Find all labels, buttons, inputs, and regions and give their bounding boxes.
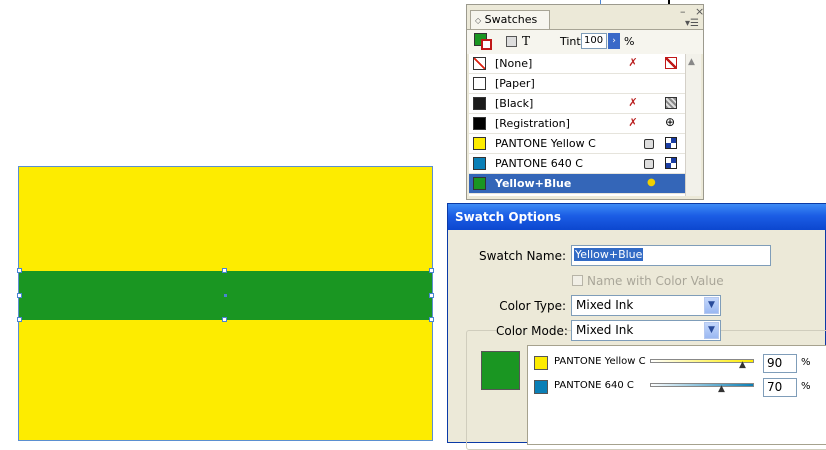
swatch-chip [473, 77, 486, 90]
selection-handle[interactable] [429, 293, 434, 298]
stroke-swatch-icon[interactable] [481, 39, 492, 50]
swatch-list: [None] ✗ [Paper] [Black] ✗ [Registration] ✗ ⊕ PA… [469, 54, 685, 196]
swatch-name: Yellow+Blue [495, 177, 572, 190]
tab-swatches[interactable]: ◇ Swatches × [470, 10, 550, 45]
color-mode-select[interactable]: Mixed Ink ▼ [571, 320, 721, 341]
swatch-chip [473, 157, 486, 170]
swatch-chip [473, 137, 486, 150]
swatch-name-value: Yellow+Blue [574, 248, 644, 261]
selection-handle[interactable] [429, 268, 434, 273]
panel-menu-icon[interactable]: ▾☰ [685, 18, 699, 29]
swatch-name-field[interactable]: Yellow+Blue [571, 245, 771, 266]
ink-percent-input[interactable]: 70 [763, 378, 797, 397]
swatch-name: [Black] [495, 97, 534, 110]
selection-handle[interactable] [17, 293, 22, 298]
chevron-down-icon[interactable]: ▼ [704, 297, 719, 314]
swatch-name: [None] [495, 57, 533, 70]
ink-slider-track[interactable] [650, 383, 754, 387]
ink-slider-thumb-icon[interactable]: ▲ [739, 361, 746, 370]
swatch-name: [Registration] [495, 117, 570, 130]
spot-color-icon [644, 139, 654, 149]
swatch-chip [473, 57, 486, 70]
selection-handle[interactable] [222, 317, 227, 322]
registration-target-icon: ⊕ [665, 115, 676, 129]
panel-window-controls[interactable]: – × [680, 5, 707, 18]
name-with-color-value-checkbox[interactable] [572, 275, 583, 286]
none-slash-icon [665, 57, 677, 69]
spot-color-icon [644, 159, 654, 169]
dialog-title: Swatch Options [448, 204, 826, 230]
swatch-name: [Paper] [495, 77, 535, 90]
center-point [224, 294, 227, 297]
swatch-scrollbar[interactable]: ▲ [685, 54, 701, 196]
ink-slider-thumb-icon[interactable]: ▲ [718, 385, 725, 394]
ink-percent-input[interactable]: 90 [763, 354, 797, 373]
tint-arrow-icon[interactable]: › [608, 33, 620, 49]
color-type-value: Mixed Ink [576, 298, 634, 312]
formatting-text-icon[interactable]: T [522, 34, 530, 48]
swatch-name-label: Swatch Name: [479, 249, 566, 263]
swatch-row[interactable]: PANTONE Yellow C [469, 134, 685, 154]
swatch-name: PANTONE Yellow C [495, 137, 596, 150]
swatch-row[interactable]: [Black] ✗ [469, 94, 685, 114]
ink-name: PANTONE Yellow C [554, 356, 646, 367]
cmyk-mode-icon [665, 157, 677, 169]
swatch-chip [473, 117, 486, 130]
tint-input[interactable]: 100 [581, 33, 607, 49]
swatch-name: PANTONE 640 C [495, 157, 583, 170]
selection-handle[interactable] [429, 317, 434, 322]
ink-percent-unit: % [801, 381, 811, 392]
selection-handle[interactable] [17, 268, 22, 273]
mixed-color-preview [481, 351, 520, 390]
ink-chip [534, 356, 548, 370]
tab-label: Swatches [484, 13, 538, 26]
cross-out-icon: ✗ [628, 96, 638, 109]
swatch-row[interactable]: [None] ✗ [469, 54, 685, 74]
swatch-chip [473, 97, 486, 110]
chevron-down-icon[interactable]: ▼ [704, 322, 719, 339]
swatch-row[interactable]: [Registration] ✗ ⊕ [469, 114, 685, 134]
ink-percent-unit: % [801, 357, 811, 368]
ink-chip [534, 380, 548, 394]
formatting-container-icon[interactable] [506, 36, 517, 47]
color-mode-label: Color Mode: [496, 324, 568, 338]
scroll-up-icon[interactable]: ▲ [688, 57, 695, 67]
selection-handle[interactable] [17, 317, 22, 322]
cmyk-mode-icon [665, 137, 677, 149]
color-type-label: Color Type: [499, 299, 566, 313]
swatch-chip [473, 177, 486, 190]
name-with-color-value-label: Name with Color Value [587, 274, 724, 288]
selection-handle[interactable] [222, 268, 227, 273]
swatch-row[interactable]: Yellow+Blue ● [469, 174, 685, 194]
color-mode-value: Mixed Ink [576, 323, 634, 337]
tab-arrows-icon: ◇ [475, 16, 482, 25]
swatch-row[interactable]: [Paper] [469, 74, 685, 94]
mixed-ink-icon: ● [647, 177, 656, 188]
cross-out-icon: ✗ [628, 116, 638, 129]
ink-list: PANTONE Yellow C ▲ 90% PANTONE 640 C ▲ 70% [527, 345, 826, 445]
gray-box-icon [665, 97, 677, 109]
cross-out-icon: ✗ [628, 56, 638, 69]
color-type-select[interactable]: Mixed Ink ▼ [571, 295, 721, 316]
tint-unit: % [624, 35, 635, 48]
ink-name: PANTONE 640 C [554, 380, 634, 391]
swatch-row[interactable]: PANTONE 640 C [469, 154, 685, 174]
